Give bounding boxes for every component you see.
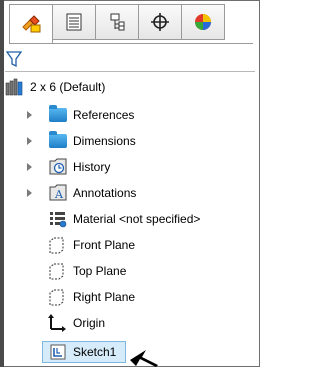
expand-arrow-icon[interactable]	[27, 189, 32, 197]
configuration-manager-icon	[110, 13, 125, 31]
sketch-icon	[48, 343, 68, 361]
expand-arrow-icon[interactable]	[27, 111, 32, 119]
tab-configuration-manager[interactable]	[95, 4, 139, 40]
tree-item-annotations[interactable]: A Annotations	[48, 182, 136, 204]
tree-item-sketch1[interactable]: Sketch1	[48, 341, 116, 363]
tree-item-label: Origin	[73, 316, 106, 330]
tree-item-references[interactable]: References	[48, 104, 134, 126]
tree-item-label: Dimensions	[73, 134, 136, 148]
tree-root[interactable]: 2 x 6 (Default)	[5, 76, 105, 98]
property-manager-icon	[66, 13, 82, 31]
tree-item-label: Sketch1	[73, 345, 117, 359]
filter-icon[interactable]	[6, 50, 22, 68]
feature-manager-icon	[22, 15, 41, 33]
tree-item-dimensions[interactable]: Dimensions	[48, 130, 136, 152]
tree-item-front-plane[interactable]: Front Plane	[48, 234, 135, 256]
expand-arrow-icon[interactable]	[27, 163, 32, 171]
tree-item-label: Right Plane	[73, 290, 136, 304]
tab-property-manager[interactable]	[52, 4, 96, 40]
display-manager-icon	[195, 14, 211, 30]
tree-item-label: Front Plane	[73, 238, 136, 252]
tabs-divider	[9, 43, 253, 44]
plane-icon	[48, 288, 68, 306]
plane-icon	[48, 262, 68, 280]
tree-item-label: History	[73, 160, 111, 174]
tree-item-label: Material <not specified>	[73, 212, 201, 226]
tree-item-label: Annotations	[73, 186, 137, 200]
tree-item-label: Top Plane	[73, 264, 127, 278]
tree-item-top-plane[interactable]: Top Plane	[48, 260, 126, 282]
annotations-icon: A	[48, 184, 68, 202]
dimxpert-manager-icon	[151, 13, 169, 31]
history-icon	[48, 158, 68, 176]
tree-item-material[interactable]: Material <not specified>	[48, 208, 200, 230]
folder-icon	[48, 131, 68, 150]
tree-item-origin[interactable]: Origin	[48, 312, 105, 334]
tab-feature-manager[interactable]	[9, 4, 53, 44]
tab-dimxpert-manager[interactable]	[138, 4, 182, 40]
part-icon	[5, 78, 25, 96]
panel-left-edge	[0, 0, 4, 367]
mouse-cursor-icon	[130, 350, 158, 367]
folder-icon	[48, 105, 68, 124]
tree-item-label: References	[73, 108, 135, 122]
filter-divider	[5, 71, 255, 72]
manager-tabs	[9, 4, 225, 44]
plane-icon	[48, 236, 68, 254]
tree-root-label: 2 x 6 (Default)	[30, 80, 106, 94]
material-icon	[48, 210, 68, 228]
tree-item-right-plane[interactable]: Right Plane	[48, 286, 135, 308]
origin-icon	[48, 314, 68, 332]
svg-text:A: A	[54, 188, 64, 201]
tab-display-manager[interactable]	[181, 4, 225, 40]
tree-item-history[interactable]: History	[48, 156, 110, 178]
expand-arrow-icon[interactable]	[27, 137, 32, 145]
